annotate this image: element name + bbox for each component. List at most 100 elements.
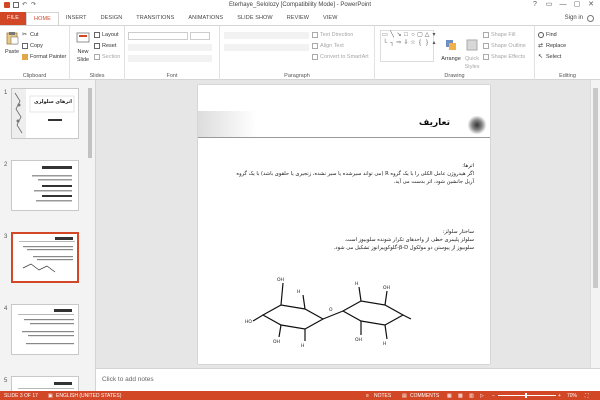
arrow-shape-icon[interactable]: ↘ <box>396 32 402 38</box>
comments-toggle[interactable]: COMMENTS <box>410 393 439 399</box>
ethers-definition[interactable]: اگر هیدروژن عامل الکلی را با یک گروه R (… <box>234 170 474 186</box>
tab-slide-show[interactable]: SLIDE SHOW <box>230 12 280 25</box>
sign-in[interactable]: Sign in <box>565 12 594 25</box>
spellcheck-icon[interactable]: ▣ <box>48 393 53 399</box>
ribbon-display-icon[interactable]: ▭ <box>542 0 556 10</box>
brace-shape-icon[interactable]: { <box>417 40 423 46</box>
notes-toggle-icon[interactable]: ≡ <box>366 393 369 399</box>
font-color-buttons[interactable] <box>128 55 212 62</box>
alignment-buttons[interactable] <box>224 44 309 51</box>
ribbon: Paste ✂ Cut Copy Format Painter Clipboard… <box>0 25 600 80</box>
comments-icon[interactable]: ▤ <box>402 393 407 399</box>
arrange-button[interactable]: Arrange <box>440 38 462 62</box>
thumbnails-scrollbar[interactable] <box>86 80 94 392</box>
tab-insert[interactable]: INSERT <box>59 12 94 25</box>
new-slide-label: New <box>77 49 89 55</box>
paste-button[interactable]: Paste <box>3 31 21 55</box>
scroll-up-icon[interactable]: ▴ <box>431 40 437 46</box>
fit-to-window-icon[interactable]: ⛶ <box>585 393 589 399</box>
select-button[interactable]: ↖ Select <box>538 54 561 60</box>
maximize-button[interactable]: ▢ <box>570 0 584 10</box>
slide-thumbnail-4[interactable] <box>11 304 79 355</box>
elbow-shape-icon[interactable]: └ <box>382 40 388 46</box>
slide-scrollbar[interactable] <box>590 80 600 368</box>
copy-button[interactable]: Copy <box>22 43 43 49</box>
cellulose-line-1[interactable]: سلولز پلیمری خطی از واحدهای تکرار شونده … <box>234 236 474 244</box>
thumbnail-number: 4 <box>4 306 8 312</box>
close-button[interactable]: ✕ <box>584 0 598 10</box>
section-button[interactable]: Section <box>94 54 120 60</box>
layout-button[interactable]: Layout <box>94 32 119 38</box>
brace-close-shape-icon[interactable]: } <box>424 40 430 46</box>
slide-title[interactable]: تعاریف <box>419 118 450 128</box>
tab-review[interactable]: REVIEW <box>280 12 316 25</box>
more-shapes-icon[interactable]: ▾ <box>431 32 437 38</box>
zoom-in-icon[interactable]: + <box>558 393 561 399</box>
smiley-feedback-icon[interactable] <box>587 15 594 22</box>
shapes-gallery[interactable]: ▭ ╲ ↘ □ ○ ▢ △ ▾ └ ┐ ⇨ ⇩ ☆ { } ▴ <box>380 30 437 62</box>
list-indent-buttons[interactable] <box>224 32 309 39</box>
rounded-rect-shape-icon[interactable]: ▢ <box>417 32 423 38</box>
ribbon-tabs: FILE HOME INSERT DESIGN TRANSITIONS ANIM… <box>0 12 600 25</box>
replace-label: Replace <box>546 43 567 49</box>
textbox-shape-icon[interactable]: ▭ <box>382 32 388 38</box>
tab-view[interactable]: VIEW <box>316 12 344 25</box>
language-indicator[interactable]: ENGLISH (UNITED STATES) <box>56 393 121 399</box>
thumbnails-scroll-thumb[interactable] <box>88 88 92 158</box>
shape-effects-button[interactable]: Shape Effects <box>483 54 525 60</box>
format-painter-button[interactable]: Format Painter <box>22 54 66 60</box>
reading-view-icon[interactable]: ▥ <box>469 393 474 399</box>
shape-outline-button[interactable]: Shape Outline <box>483 43 526 49</box>
rectangle-shape-icon[interactable]: □ <box>403 32 409 38</box>
tab-transitions[interactable]: TRANSITIONS <box>129 12 181 25</box>
notes-pane[interactable]: Click to add notes <box>96 368 600 392</box>
align-text-label: Align Text <box>320 43 344 49</box>
star-shape-icon[interactable]: ☆ <box>410 40 416 46</box>
slide-thumbnail-5[interactable] <box>11 376 79 392</box>
tab-file[interactable]: FILE <box>0 12 27 25</box>
zoom-level[interactable]: 70% <box>567 393 577 399</box>
slide-thumbnail-2[interactable] <box>11 160 79 211</box>
tab-home[interactable]: HOME <box>26 12 59 25</box>
reset-button[interactable]: Reset <box>94 43 116 49</box>
down-arrow-shape-icon[interactable]: ⇩ <box>403 40 409 46</box>
find-button[interactable]: Find <box>538 32 557 38</box>
convert-smartart-button[interactable]: Convert to SmartArt <box>312 54 369 60</box>
text-direction-button[interactable]: Text Direction <box>312 32 353 38</box>
font-name-combobox[interactable] <box>128 32 188 40</box>
svg-text:OH: OH <box>277 277 284 283</box>
font-size-combobox[interactable] <box>190 32 210 40</box>
slide-thumbnail-3[interactable] <box>11 232 79 283</box>
font-format-buttons[interactable] <box>128 44 212 51</box>
notes-toggle[interactable]: NOTES <box>374 393 391 399</box>
triangle-shape-icon[interactable]: △ <box>424 32 430 38</box>
slide-sorter-icon[interactable]: ▩ <box>458 393 463 399</box>
shape-fill-button[interactable]: Shape Fill <box>483 32 515 38</box>
line-shape-icon[interactable]: ╲ <box>389 32 395 38</box>
quick-styles-button[interactable]: Quick Styles <box>462 38 482 70</box>
cellulose-heading[interactable]: ساختار سلولز: <box>234 228 474 236</box>
minimize-button[interactable]: — <box>556 0 570 10</box>
replace-button[interactable]: ⇄ Replace <box>538 43 566 49</box>
slideshow-icon[interactable]: ▷ <box>480 393 484 399</box>
align-text-button[interactable]: Align Text <box>312 43 344 49</box>
current-slide[interactable]: تعاریف اترها: اگر هیدروژن عامل الکلی را … <box>198 85 490 364</box>
align-text-icon <box>312 43 318 49</box>
help-icon[interactable]: ? <box>528 0 542 10</box>
slide-thumbnail-1[interactable]: اترهای سلولزی <box>11 88 79 139</box>
tab-design[interactable]: DESIGN <box>94 12 130 25</box>
right-arrow-shape-icon[interactable]: ⇨ <box>396 40 402 46</box>
cut-button[interactable]: ✂ Cut <box>22 32 39 38</box>
slide-scroll-thumb[interactable] <box>593 88 598 288</box>
ethers-heading[interactable]: اترها: <box>234 162 474 170</box>
new-slide-button[interactable]: New Slide <box>73 31 93 63</box>
section-icon <box>94 54 100 60</box>
cellulose-line-2[interactable]: سلوبیوز از پیوستن دو مولکول β-D-گلوکوپیر… <box>234 244 474 252</box>
zoom-slider[interactable] <box>498 395 556 396</box>
oval-shape-icon[interactable]: ○ <box>410 32 416 38</box>
connector-shape-icon[interactable]: ┐ <box>389 40 395 46</box>
zoom-slider-thumb[interactable] <box>525 393 527 398</box>
tab-animations[interactable]: ANIMATIONS <box>181 12 230 25</box>
zoom-out-icon[interactable]: − <box>492 393 495 399</box>
normal-view-icon[interactable]: ▦ <box>447 393 452 399</box>
